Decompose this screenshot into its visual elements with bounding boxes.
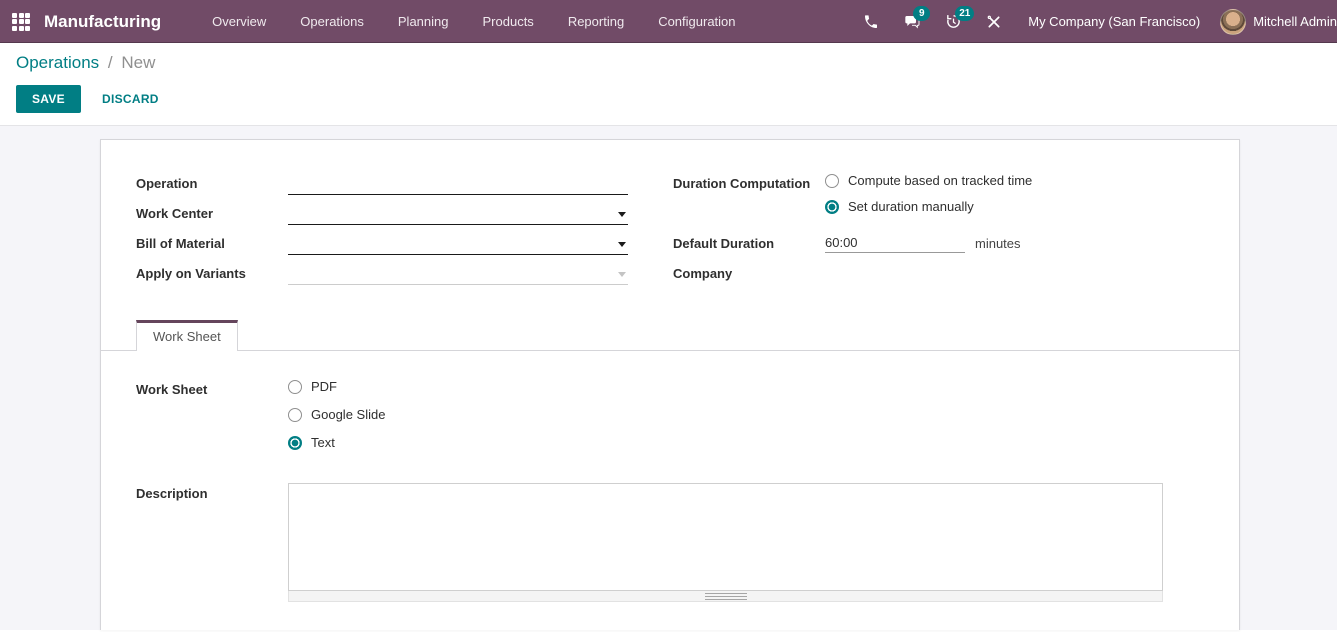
messages-badge: 9 [913, 6, 930, 21]
grip-icon [705, 593, 747, 600]
duration-computation-label: Duration Computation [673, 173, 825, 191]
radio-icon[interactable] [288, 408, 302, 422]
menu-item-configuration[interactable]: Configuration [641, 0, 752, 43]
duration-computation-radio-group: Compute based on tracked time Set durati… [825, 173, 1204, 225]
company-switcher[interactable]: My Company (San Francisco) [1014, 14, 1214, 29]
phone-icon[interactable] [851, 0, 891, 43]
radio-text[interactable]: Text [288, 435, 1204, 450]
activities-badge: 21 [955, 6, 974, 21]
breadcrumb-parent-link[interactable]: Operations [16, 53, 99, 72]
field-description: Description [136, 483, 1204, 602]
user-menu[interactable]: Mitchell Admin [1214, 0, 1337, 43]
form-left-column: Operation Work Center Bill of Mater [136, 173, 628, 293]
radio-checked-icon[interactable] [288, 436, 302, 450]
work-center-label: Work Center [136, 203, 288, 221]
work-center-input[interactable] [288, 203, 628, 225]
field-work-center: Work Center [136, 203, 628, 225]
menu-item-reporting[interactable]: Reporting [551, 0, 641, 43]
company-label: Company [673, 263, 825, 281]
form-grid: Operation Work Center Bill of Mater [136, 173, 1204, 293]
radio-google-slide[interactable]: Google Slide [288, 407, 1204, 422]
tab-strip: Work Sheet [101, 320, 1239, 351]
action-buttons: SAVE DISCARD [16, 85, 1337, 113]
textarea-resize-handle[interactable] [288, 591, 1163, 602]
apply-on-variants-label: Apply on Variants [136, 263, 288, 281]
default-duration-input[interactable] [825, 233, 965, 253]
radio-compute-tracked-time[interactable]: Compute based on tracked time [825, 173, 1204, 188]
field-apply-on-variants: Apply on Variants [136, 263, 628, 285]
bill-of-material-input[interactable] [288, 233, 628, 255]
breadcrumb: Operations / New [16, 53, 1337, 73]
worksheet-radio-group: PDF Google Slide Text [288, 379, 1204, 463]
menu-item-products[interactable]: Products [466, 0, 551, 43]
systray: 9 21 My Company (San Francisco) Mitchell… [851, 0, 1337, 43]
tab-work-sheet[interactable]: Work Sheet [136, 320, 238, 351]
activities-icon[interactable]: 21 [933, 0, 974, 43]
field-default-duration: Default Duration minutes [673, 233, 1204, 255]
operation-label: Operation [136, 173, 288, 191]
form-sheet: Operation Work Center Bill of Mater [100, 139, 1240, 630]
apply-on-variants-input [288, 263, 628, 285]
radio-checked-icon[interactable] [825, 200, 839, 214]
default-duration-label: Default Duration [673, 233, 825, 251]
app-name[interactable]: Manufacturing [44, 12, 161, 32]
user-name: Mitchell Admin [1253, 14, 1337, 29]
form-right-column: Duration Computation Compute based on tr… [673, 173, 1204, 293]
description-label: Description [136, 483, 288, 501]
duration-unit-label: minutes [975, 236, 1021, 251]
apps-menu-icon[interactable] [12, 13, 30, 31]
field-duration-computation: Duration Computation Compute based on tr… [673, 173, 1204, 225]
messages-icon[interactable]: 9 [891, 0, 933, 43]
radio-set-duration-manually[interactable]: Set duration manually [825, 199, 1204, 214]
user-avatar [1220, 9, 1246, 35]
field-work-sheet: Work Sheet PDF Google Slide [136, 379, 1204, 463]
content-area: Operation Work Center Bill of Mater [0, 126, 1337, 630]
breadcrumb-separator: / [104, 53, 117, 72]
save-button[interactable]: SAVE [16, 85, 81, 113]
breadcrumb-current: New [121, 53, 155, 72]
menu-item-operations[interactable]: Operations [283, 0, 381, 43]
control-panel: Operations / New SAVE DISCARD [0, 43, 1337, 126]
field-operation: Operation [136, 173, 628, 195]
work-sheet-label: Work Sheet [136, 379, 288, 397]
tab-content: Work Sheet PDF Google Slide [101, 351, 1239, 602]
description-textarea[interactable] [288, 483, 1163, 591]
field-company: Company [673, 263, 1204, 285]
menu-item-overview[interactable]: Overview [195, 0, 283, 43]
field-bill-of-material: Bill of Material [136, 233, 628, 255]
radio-icon[interactable] [288, 380, 302, 394]
tools-icon[interactable] [974, 0, 1014, 43]
main-menu: Overview Operations Planning Products Re… [195, 0, 752, 43]
operation-input[interactable] [288, 173, 628, 195]
discard-button[interactable]: DISCARD [87, 86, 174, 112]
notebook: Work Sheet Work Sheet PDF Google [101, 320, 1239, 602]
menu-item-planning[interactable]: Planning [381, 0, 466, 43]
bill-of-material-label: Bill of Material [136, 233, 288, 251]
top-navbar: Manufacturing Overview Operations Planni… [0, 0, 1337, 43]
radio-icon[interactable] [825, 174, 839, 188]
radio-pdf[interactable]: PDF [288, 379, 1204, 394]
